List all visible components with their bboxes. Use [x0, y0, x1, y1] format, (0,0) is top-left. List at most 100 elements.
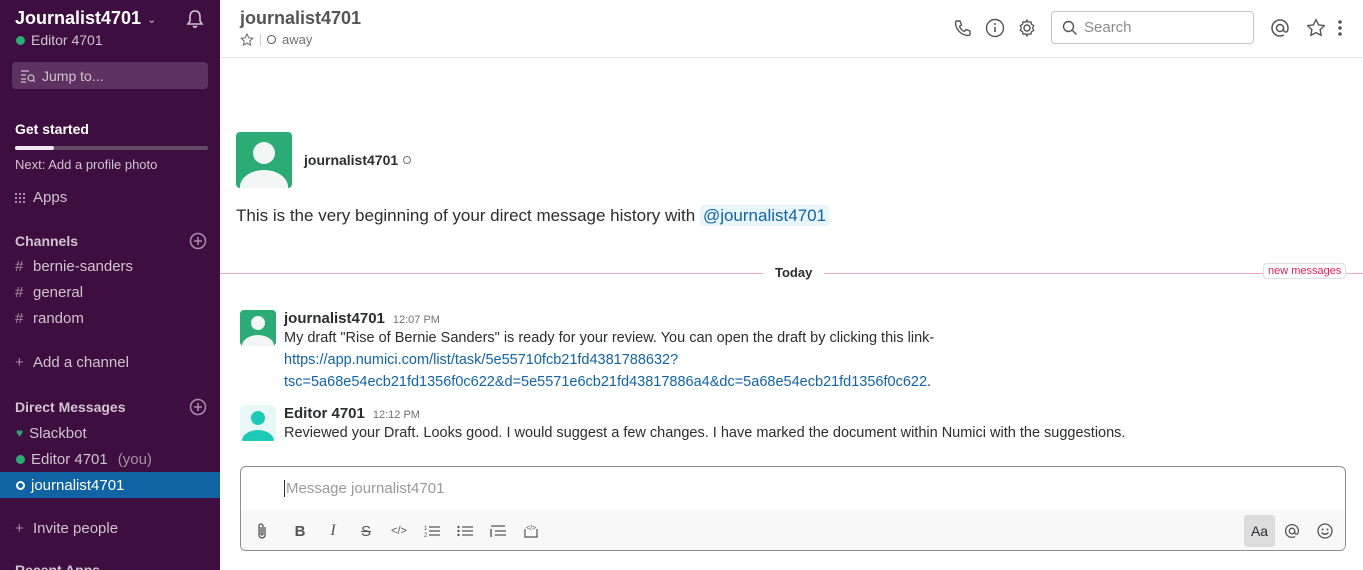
team-menu[interactable]: Journalist4701 ⌄ [15, 8, 156, 29]
plus-icon: + [15, 354, 24, 371]
mention-icon[interactable] [1279, 518, 1305, 544]
attach-icon[interactable] [249, 518, 275, 544]
italic-icon[interactable]: I [320, 518, 346, 544]
bell-icon[interactable] [184, 8, 206, 30]
info-icon[interactable] [985, 18, 1005, 38]
phone-icon[interactable] [953, 18, 973, 38]
message-body: journalist4701 12:07 PM My draft "Rise o… [284, 310, 1334, 393]
message-timestamp[interactable]: 12:07 PM [393, 314, 440, 326]
message-input[interactable] [284, 480, 1184, 497]
message-timestamp[interactable]: 12:12 PM [373, 409, 420, 421]
dm-item-slackbot[interactable]: ♥ Slackbot [0, 420, 220, 446]
add-channel-link[interactable]: + Add a channel [15, 354, 129, 371]
star-icon[interactable] [1306, 18, 1326, 38]
add-dm-plus-icon[interactable] [189, 398, 207, 416]
formatting-toggle-button[interactable]: Aa [1244, 515, 1275, 547]
ordered-list-icon[interactable]: 12 [419, 518, 445, 544]
search-icon [1062, 20, 1077, 35]
get-started-progress [15, 146, 208, 150]
invite-label: Invite people [33, 520, 119, 537]
gear-icon[interactable] [1017, 18, 1037, 38]
invite-people-link[interactable]: + Invite people [15, 520, 118, 537]
quote-icon[interactable] [485, 518, 511, 544]
online-status-icon [16, 35, 25, 45]
link-line-1: https://app.numici.com/list/task/5e55710… [284, 352, 679, 368]
intro-avatar[interactable] [236, 132, 292, 188]
search-input[interactable] [1084, 19, 1244, 36]
svg-text:</>: </> [526, 525, 536, 532]
user-name: Editor 4701 [31, 32, 103, 48]
apps-link[interactable]: Apps [15, 189, 67, 206]
heart-icon: ♥ [16, 426, 24, 440]
channel-item[interactable]: # general [15, 284, 83, 301]
dm-item-editor[interactable]: Editor 4701 (you) [0, 446, 220, 472]
new-messages-badge: new messages [1263, 263, 1347, 279]
channel-item[interactable]: # random [15, 310, 84, 327]
strikethrough-icon[interactable]: S [353, 518, 379, 544]
user-mention[interactable]: @journalist4701 [699, 205, 830, 226]
message-text: Reviewed your Draft. Looks good. I would… [284, 425, 1126, 441]
apps-heading[interactable]: Recent Apps [15, 562, 100, 570]
message-header: journalist4701 12:07 PM [284, 310, 1334, 327]
channel-name: random [33, 310, 84, 327]
search-box[interactable] [1051, 11, 1254, 44]
apps-label: Apps [33, 189, 68, 206]
star-icon[interactable] [240, 32, 254, 47]
channel-title[interactable]: journalist4701 [240, 8, 361, 29]
message-content: My draft "Rise of Bernie Sanders" is rea… [284, 330, 935, 346]
dm-name: journalist4701 [31, 476, 125, 494]
link-line-2: tsc=5a68e54ecb21fd1356f0c622&d=5e5571e6c… [284, 374, 928, 390]
message-author[interactable]: journalist4701 [284, 310, 385, 327]
date-divider-label[interactable]: Today [763, 265, 825, 280]
sidebar: Journalist4701 ⌄ Editor 4701 Jump to... … [0, 0, 220, 570]
code-icon[interactable]: </> [386, 518, 412, 544]
away-status-icon [16, 480, 25, 490]
jump-search-icon [21, 69, 36, 83]
channels-heading[interactable]: Channels [15, 233, 78, 249]
avatar[interactable] [240, 310, 276, 346]
bulleted-list-icon[interactable] [452, 518, 478, 544]
channel-meta: away [240, 32, 312, 47]
chevron-down-icon: ⌄ [147, 14, 157, 26]
message-header: Editor 4701 12:12 PM [284, 405, 1334, 422]
dm-name: Editor 4701 [31, 450, 108, 468]
presence-status: away [282, 32, 313, 47]
channel-header: journalist4701 away [220, 0, 1363, 58]
jump-placeholder: Jump to... [42, 67, 104, 84]
more-icon[interactable] [1334, 18, 1346, 38]
add-channel-label: Add a channel [33, 354, 129, 371]
code-block-icon[interactable]: </> [518, 518, 544, 544]
avatar[interactable] [240, 405, 276, 441]
message-body: Editor 4701 12:12 PM Reviewed your Draft… [284, 405, 1334, 444]
bold-icon[interactable]: B [287, 518, 313, 544]
get-started-title[interactable]: Get started [15, 121, 89, 137]
team-name: Journalist4701 [15, 8, 142, 28]
channel-view: journalist4701 away Search journalist470… [220, 0, 1363, 570]
intro-sentence: This is the very beginning of your direc… [236, 206, 700, 225]
direct-messages-heading[interactable]: Direct Messages [15, 399, 126, 415]
svg-text:1: 1 [424, 526, 428, 532]
at-icon[interactable] [1270, 18, 1290, 38]
current-user[interactable]: Editor 4701 [16, 32, 103, 48]
next-step[interactable]: Next: Add a profile photo [15, 157, 157, 172]
message-author[interactable]: Editor 4701 [284, 405, 365, 422]
message-link[interactable]: https://app.numici.com/list/task/5e55710… [284, 352, 927, 390]
channel-name: bernie-sanders [33, 258, 134, 275]
away-status-icon [267, 35, 276, 44]
hash-icon: # [15, 258, 24, 275]
dm-item-journalist[interactable]: journalist4701 [0, 472, 220, 498]
online-status-icon [16, 454, 25, 464]
jump-to-button[interactable]: Jump to... [12, 62, 208, 89]
svg-text:2: 2 [424, 533, 428, 538]
emoji-icon[interactable] [1312, 518, 1338, 544]
intro-user[interactable]: journalist4701 [304, 152, 412, 168]
divider [260, 33, 261, 46]
away-status-icon [403, 156, 412, 164]
intro-text: This is the very beginning of your direc… [236, 205, 830, 226]
add-channel-plus-icon[interactable] [189, 232, 207, 250]
message-composer: B I S </> 12 </> Aa [240, 466, 1346, 551]
hash-icon: # [15, 284, 24, 301]
channel-item[interactable]: # bernie-sanders [15, 258, 133, 275]
apps-grid-icon [15, 192, 25, 203]
message-text: My draft "Rise of Bernie Sanders" is rea… [284, 327, 1334, 393]
